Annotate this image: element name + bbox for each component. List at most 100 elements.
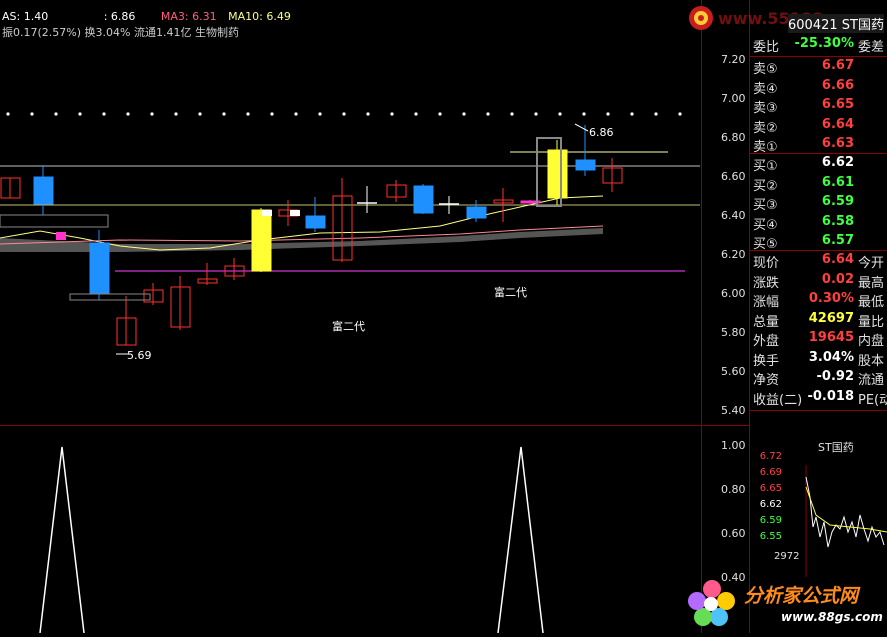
subchart-divider bbox=[0, 425, 750, 426]
quote-3: 总量 42697 量比 bbox=[750, 311, 887, 330]
quote-3-label: 总量 bbox=[753, 314, 780, 330]
indicator-subchart[interactable] bbox=[0, 427, 700, 634]
quote-5-value: 3.04% bbox=[808, 349, 854, 365]
signal-spike-2 bbox=[497, 446, 544, 634]
marker bbox=[56, 232, 66, 240]
low-price-label: 5.69 bbox=[127, 349, 152, 362]
price-tick: 5.80 bbox=[721, 326, 746, 339]
quote-0-label2: 今开 bbox=[858, 256, 885, 271]
price-tick: 6.20 bbox=[721, 248, 746, 261]
resistance-dot bbox=[390, 112, 394, 116]
resistance-dot bbox=[534, 112, 538, 116]
sub-tick: 0.80 bbox=[721, 483, 746, 496]
candle-body bbox=[547, 149, 568, 199]
weibi-label: 委比 bbox=[753, 40, 780, 55]
resistance-dot bbox=[630, 112, 634, 116]
resistance-dot bbox=[654, 112, 658, 116]
resistance-dot bbox=[150, 112, 154, 116]
quote-4-value: 19645 bbox=[808, 330, 854, 345]
header-val: : 6.86 bbox=[103, 10, 136, 23]
price-tick: 6.40 bbox=[721, 209, 746, 222]
quote-5-label2: 股本 bbox=[858, 353, 885, 369]
price-tick: 7.20 bbox=[721, 53, 746, 66]
site-logo-icon bbox=[689, 6, 713, 30]
weicha-label: 委差 bbox=[858, 40, 885, 55]
buy-level-5-label: 买⑤ bbox=[753, 237, 778, 252]
price-axis: 7.20 7.00 6.80 6.60 6.40 6.20 6.00 5.80 5.60 5.40 bbox=[703, 0, 749, 425]
sell-level-4: 卖④ 6.66 bbox=[750, 78, 887, 97]
resistance-dot bbox=[582, 112, 586, 116]
marker bbox=[262, 210, 272, 216]
high-arrow bbox=[574, 123, 589, 132]
buy-level-5-value: 6.57 bbox=[821, 233, 854, 248]
quote-6: 净资 -0.92 流通 bbox=[750, 369, 887, 388]
buy-level-4-value: 6.58 bbox=[821, 213, 854, 229]
buy-level-2: 买② 6.61 bbox=[750, 175, 887, 194]
quote-1: 涨跌 0.02 最高 bbox=[750, 272, 887, 291]
quote-6-label: 净资 bbox=[753, 373, 780, 388]
buy-level-4: 买④ 6.58 bbox=[750, 214, 887, 233]
quote-panel: 委比 -25.30% 委差 卖⑤ 6.67 卖④ 6.66 卖③ 6.65 卖② 6.64 卖①… bbox=[750, 0, 887, 410]
quote-4: 外盘 19645 内盘 bbox=[750, 330, 887, 349]
resistance-dot bbox=[606, 112, 610, 116]
buy-level-2-label: 买② bbox=[753, 178, 778, 194]
subchart-canvas bbox=[39, 446, 544, 634]
kline-chart[interactable] bbox=[0, 0, 700, 425]
quote-2-value: 0.30% bbox=[808, 291, 854, 306]
quote-1-label2: 最高 bbox=[858, 275, 885, 291]
candle-body bbox=[413, 185, 434, 214]
watermark-brand: 分析家公式网 bbox=[744, 585, 859, 607]
candle-body bbox=[89, 242, 110, 295]
weibi-value: -25.30% bbox=[794, 36, 854, 51]
sell-level-3-label: 卖③ bbox=[753, 101, 778, 116]
header-as: AS: 1.40 bbox=[2, 10, 49, 23]
mini-canvas bbox=[805, 465, 887, 577]
resistance-dot bbox=[6, 112, 10, 116]
buy-level-5: 买⑤ 6.57 bbox=[750, 233, 887, 252]
highlight-box bbox=[0, 214, 109, 228]
resistance-dot bbox=[438, 112, 442, 116]
candle-body bbox=[305, 215, 326, 229]
buy-level-3: 买③ 6.59 bbox=[750, 194, 887, 213]
signal-spike-1 bbox=[39, 446, 85, 634]
resistance-dot bbox=[102, 112, 106, 116]
quote-0-value: 6.64 bbox=[821, 252, 854, 267]
sell-level-1: 卖① 6.63 bbox=[750, 136, 887, 155]
sell-level-2: 卖② 6.64 bbox=[750, 117, 887, 136]
price-tick: 5.40 bbox=[721, 404, 746, 417]
highlight-box bbox=[69, 293, 151, 301]
candle-body bbox=[575, 159, 596, 171]
marker bbox=[290, 210, 300, 216]
quote-4-label2: 内盘 bbox=[858, 334, 885, 349]
sell-level-5-value: 6.67 bbox=[821, 58, 854, 73]
quote-2-label2: 最低 bbox=[858, 295, 885, 310]
sell-level-5-label: 卖⑤ bbox=[753, 62, 778, 77]
buy-level-1: 买① 6.62 bbox=[750, 155, 887, 174]
mini-volume: 2972 bbox=[774, 551, 800, 562]
header-ma10: MA10: 6.49 bbox=[228, 10, 291, 23]
orderbook-divider bbox=[750, 56, 887, 57]
resistance-dot bbox=[318, 112, 322, 116]
quote-1-label: 涨跌 bbox=[753, 275, 780, 291]
resistance-dot bbox=[510, 112, 514, 116]
sell-level-4-value: 6.66 bbox=[821, 77, 854, 93]
quote-5: 换手 3.04% 股本 bbox=[750, 350, 887, 369]
flower-logo-icon bbox=[688, 580, 735, 626]
quote-5-label: 换手 bbox=[753, 353, 780, 369]
buy-level-1-label: 买① bbox=[753, 159, 778, 174]
resistance-dot bbox=[78, 112, 82, 116]
intraday-mini-chart[interactable]: ST国药 6.72 6.69 6.65 6.62 6.59 6.55 2972 bbox=[750, 437, 887, 577]
buy-level-2-value: 6.61 bbox=[821, 174, 854, 190]
price-tick: 6.60 bbox=[721, 170, 746, 183]
quote-3-label2: 量比 bbox=[858, 314, 885, 330]
candle-body bbox=[466, 206, 487, 219]
kline-canvas[interactable] bbox=[0, 0, 700, 425]
signal-label-b: 富二代 bbox=[494, 286, 527, 299]
quote-6-label2: 流通 bbox=[858, 373, 885, 388]
resistance-dot bbox=[342, 112, 346, 116]
header-ma3: MA3: 6.31 bbox=[160, 10, 217, 23]
resistance-dot bbox=[678, 112, 682, 116]
buy-level-4-label: 买④ bbox=[753, 217, 778, 233]
sell-level-2-label: 卖② bbox=[753, 120, 778, 136]
mini-price-line bbox=[805, 476, 885, 548]
